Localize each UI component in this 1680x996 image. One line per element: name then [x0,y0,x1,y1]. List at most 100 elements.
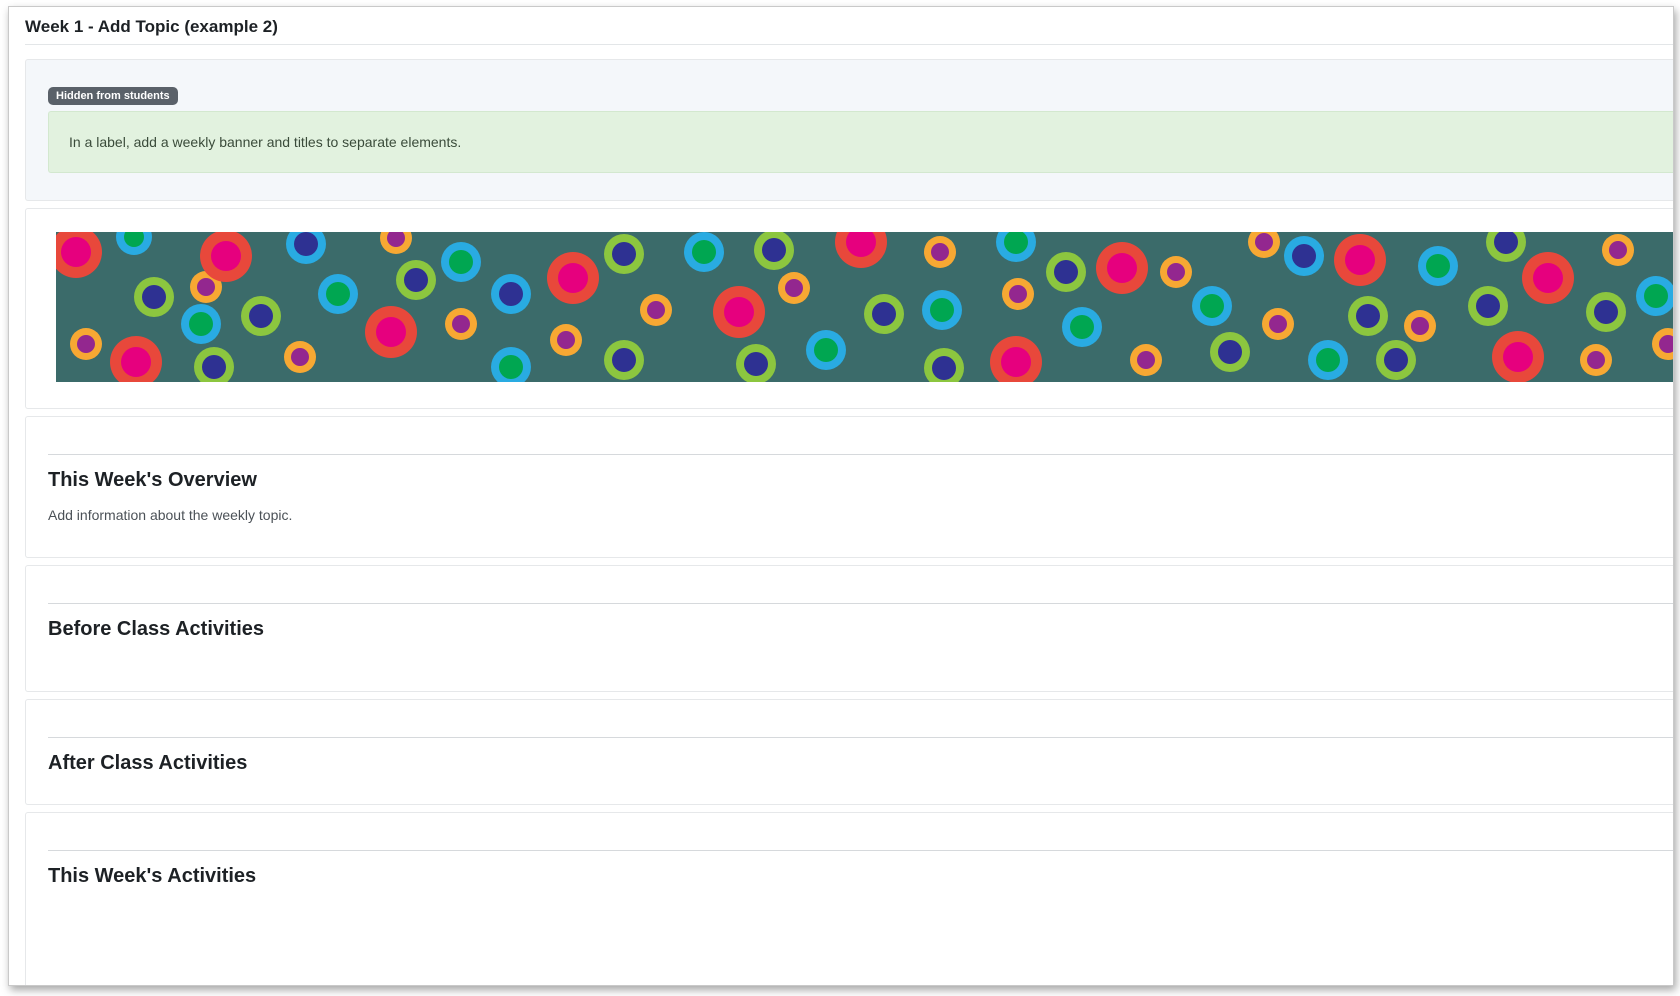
banner-dot-inner [1054,260,1078,284]
label-divider [48,737,1673,738]
banner-dot-inner [294,232,318,256]
banner-dot-inner [1476,294,1500,318]
banner-dot-inner [1255,233,1273,251]
banner-dot [181,304,221,344]
banner-dot [1046,252,1086,292]
banner-dot-inner [142,285,166,309]
banner-dot-inner [452,315,470,333]
before-class-heading: Before Class Activities [48,618,265,640]
banner-dot-inner [692,240,716,264]
banner-dot-inner [612,348,636,372]
banner-dot [640,294,672,326]
banner-dot-inner [249,304,273,328]
banner-dot-inner [724,297,754,327]
label-after-class: After Class Activities [25,699,1673,805]
banner-dot [70,328,102,360]
banner-dot [1192,286,1232,326]
banner-dot [990,336,1042,382]
banner-dot-inner [211,241,241,271]
banner-dot-inner [1292,244,1316,268]
banner-dot-inner [499,355,523,379]
restricted-label-card: Hidden from students In a label, add a w… [25,59,1673,201]
banner-dot [56,232,102,278]
banner-dot [754,232,794,270]
label-this-week: This Week's Activities [25,812,1673,985]
banner-dot [1334,234,1386,286]
banner-dot [1262,308,1294,340]
banner-dot-inner [1345,245,1375,275]
banner-dot-inner [814,338,838,362]
banner-dot-inner [291,348,309,366]
banner-dot [441,242,481,282]
banner-dot-inner [557,331,575,349]
banner-dot [318,274,358,314]
banner-dot [194,347,234,382]
banner-dot [1580,344,1612,376]
banner-dot [491,347,531,382]
banner-dot [778,272,810,304]
label-divider [48,454,1673,455]
banner-dot [713,286,765,338]
banner-dot [1002,278,1034,310]
banner-dot [996,232,1036,262]
banner-dot [1602,234,1634,266]
banner-dot [1096,242,1148,294]
banner-dot-inner [197,278,215,296]
banner-dot-inner [744,352,768,376]
banner-dot [200,232,252,282]
banner-dot [550,324,582,356]
this-week-heading: This Week's Activities [48,865,257,887]
banner-dot [1348,296,1388,336]
banner-dot [1404,310,1436,342]
banner-dot [1522,252,1574,304]
banner-dot [116,232,152,255]
label-divider [48,850,1673,851]
banner-dot-inner [1137,351,1155,369]
banner-dot [1210,332,1250,372]
banner-dot-inner [1200,294,1224,318]
banner-dot [684,232,724,272]
banner-dot-inner [1503,342,1533,372]
banner-card [25,208,1673,409]
banner-dot [1130,344,1162,376]
banner-dot-inner [1533,263,1563,293]
banner-dot [1586,292,1626,332]
banner-dot-inner [1587,351,1605,369]
banner-dot-inner [785,279,803,297]
banner-dot-inner [189,312,213,336]
label-divider [48,603,1673,604]
banner-dot-inner [404,268,428,292]
banner-dot-inner [930,298,954,322]
banner-dot-inner [376,317,406,347]
banner-dot [365,306,417,358]
banner-dot-inner [121,347,151,377]
divider [25,44,1673,45]
banner-dot-inner [449,250,473,274]
section-title[interactable]: Week 1 - Add Topic (example 2) [25,17,278,37]
banner-dot-inner [1426,254,1450,278]
banner-dot-inner [77,335,95,353]
banner-dot-inner [1644,284,1668,308]
banner-dot-inner [1107,253,1137,283]
banner-dot-inner [1218,340,1242,364]
banner-dot [1652,328,1673,360]
banner-dot [604,340,644,380]
banner-dot-inner [1411,317,1429,335]
banner-dot [806,330,846,370]
banner-dot-inner [1384,348,1408,372]
banner-dot [110,336,162,382]
banner-dot-inner [931,243,949,261]
banner-dot [1308,340,1348,380]
banner-dot-inner [1269,315,1287,333]
banner-dot-inner [932,356,956,380]
banner-dot [284,341,316,373]
banner-dot [1636,276,1673,316]
banner-dot-inner [1356,304,1380,328]
banner-dot [396,260,436,300]
instruction-note: In a label, add a weekly banner and titl… [48,111,1673,173]
banner-dot-inner [647,301,665,319]
banner-dot [736,344,776,382]
banner-dot-inner [1009,285,1027,303]
banner-dot [1284,236,1324,276]
banner-dot-inner [499,282,523,306]
